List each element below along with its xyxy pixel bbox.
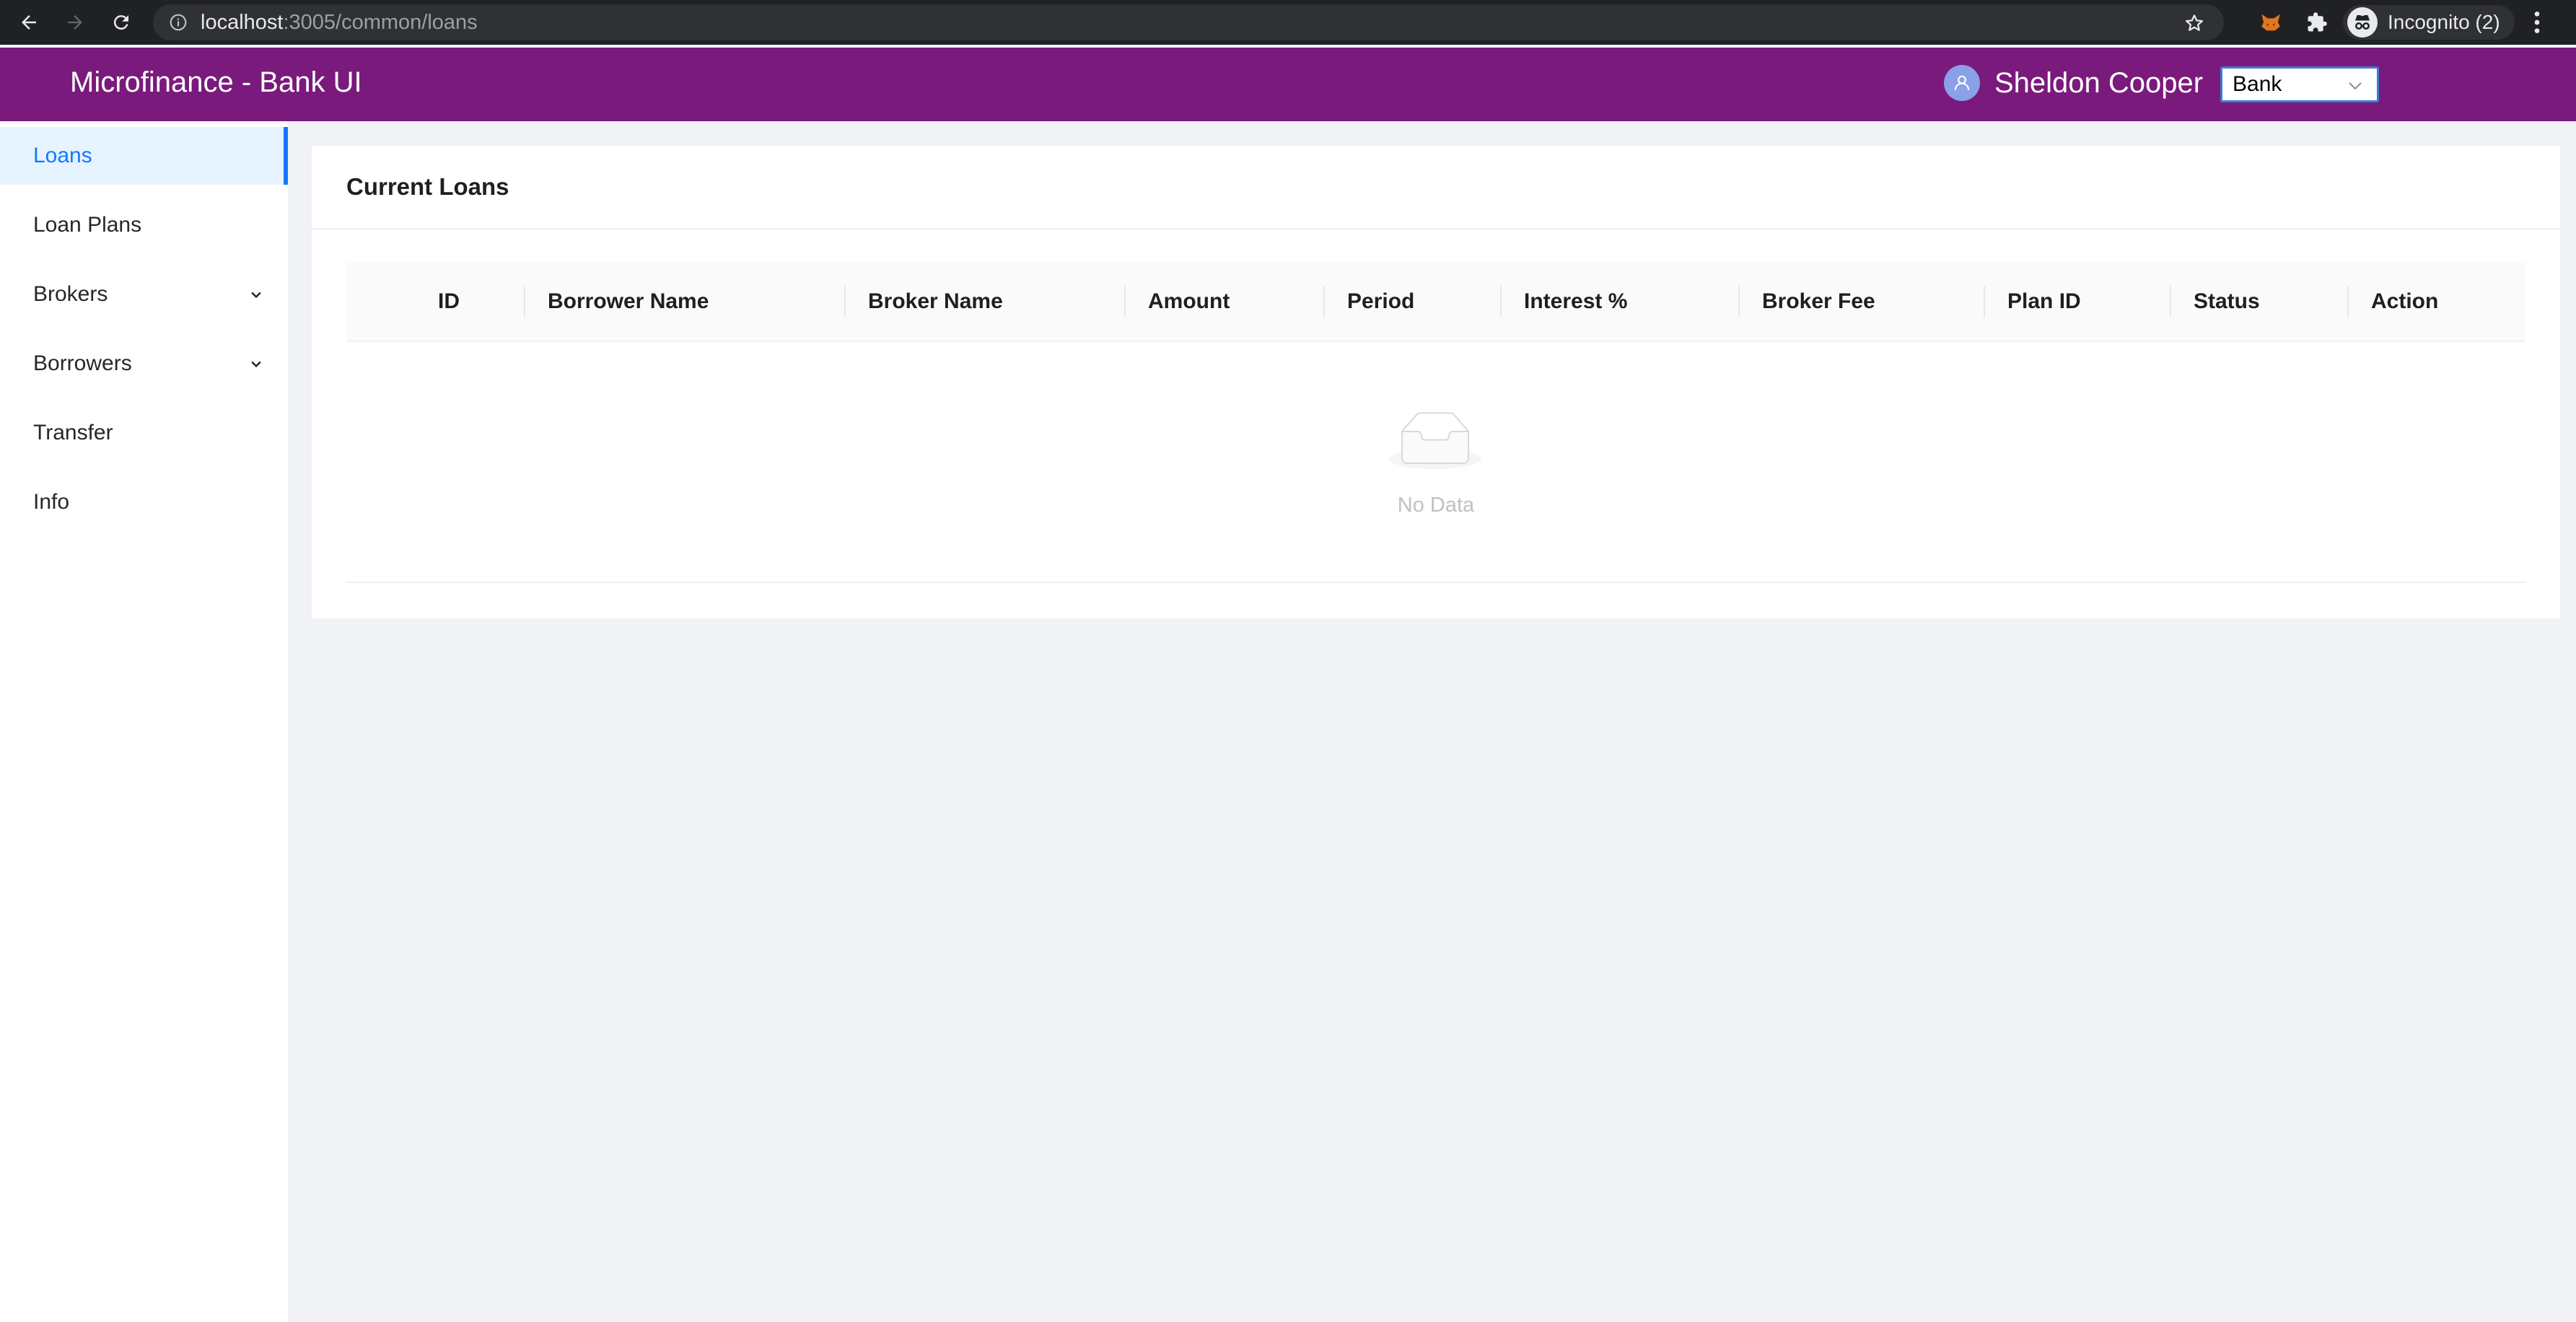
back-icon[interactable]: [6, 0, 52, 45]
column-divider: [1500, 286, 1502, 318]
empty-state: No Data: [346, 342, 2525, 583]
loans-table: ID Borrower Name Broker Name Amount Peri…: [346, 263, 2525, 585]
sidebar-item-loans[interactable]: Loans: [0, 127, 288, 185]
sidebar-item-loan-plans[interactable]: Loan Plans: [0, 196, 288, 254]
sidebar: Loans Loan Plans Brokers Borrowers Trans…: [0, 121, 288, 1322]
column-header-action[interactable]: Action: [2371, 263, 2438, 341]
address-bar[interactable]: localhost:3005/common/loans: [153, 4, 2224, 40]
column-header-borrower-name[interactable]: Borrower Name: [548, 263, 709, 341]
sidebar-item-label: Borrowers: [33, 351, 132, 375]
sidebar-item-label: Info: [33, 490, 70, 514]
column-divider: [1738, 286, 1740, 318]
sidebar-item-borrowers[interactable]: Borrowers: [0, 335, 288, 393]
column-divider: [844, 286, 846, 318]
sidebar-item-transfer[interactable]: Transfer: [0, 404, 288, 462]
app-header: Microfinance - Bank UI Sheldon Cooper Ba…: [0, 48, 2576, 121]
column-header-broker-fee[interactable]: Broker Fee: [1762, 263, 1875, 341]
profile-label: Incognito (2): [2388, 11, 2500, 33]
column-divider: [2347, 286, 2349, 318]
puzzle-icon[interactable]: [2294, 0, 2340, 45]
sidebar-item-label: Transfer: [33, 421, 113, 445]
sidebar-item-label: Brokers: [33, 282, 108, 306]
column-divider: [2170, 286, 2171, 318]
sidebar-item-label: Loans: [33, 144, 92, 167]
chevron-down-icon: [249, 356, 263, 371]
user-block: Sheldon Cooper: [1944, 65, 2203, 101]
incognito-icon: [2347, 7, 2378, 38]
fox-extension-icon[interactable]: [2248, 0, 2294, 45]
column-header-status[interactable]: Status: [2194, 263, 2260, 341]
role-select-value: Bank: [2233, 72, 2282, 96]
app-title: Microfinance - Bank UI: [70, 66, 362, 98]
empty-text: No Data: [1397, 494, 1475, 517]
user-icon: [1944, 65, 1980, 101]
chevron-down-icon: [249, 287, 263, 302]
column-header-id[interactable]: ID: [438, 263, 460, 341]
forward-icon[interactable]: [52, 0, 98, 45]
browser-toolbar: localhost:3005/common/loans Incognito (2…: [0, 0, 2576, 45]
sidebar-item-brokers[interactable]: Brokers: [0, 266, 288, 323]
column-header-plan-id[interactable]: Plan ID: [2007, 263, 2081, 341]
profile-button[interactable]: Incognito (2): [2343, 5, 2515, 40]
column-header-interest[interactable]: Interest %: [1524, 263, 1627, 341]
info-icon[interactable]: [169, 13, 188, 32]
column-divider: [524, 286, 525, 318]
url-text: localhost:3005/common/loans: [201, 10, 478, 34]
card-header: Current Loans: [312, 146, 2560, 229]
role-select[interactable]: Bank: [2220, 66, 2379, 102]
column-divider: [1323, 286, 1325, 318]
sidebar-item-info[interactable]: Info: [0, 473, 288, 531]
sidebar-item-label: Loan Plans: [33, 213, 142, 237]
user-name: Sheldon Cooper: [1994, 66, 2204, 99]
column-header-period[interactable]: Period: [1347, 263, 1414, 341]
column-divider: [1124, 286, 1126, 318]
table-header: ID Borrower Name Broker Name Amount Peri…: [346, 263, 2525, 342]
kebab-menu-icon[interactable]: [2519, 0, 2555, 45]
loans-card: Current Loans ID Borrower Name Broker Na…: [312, 146, 2560, 618]
column-header-broker-name[interactable]: Broker Name: [868, 263, 1003, 341]
star-icon[interactable]: [2183, 12, 2205, 34]
reload-icon[interactable]: [98, 0, 144, 45]
column-divider: [1984, 286, 1985, 318]
page-title: Current Loans: [346, 173, 509, 200]
empty-inbox-icon: [1389, 411, 1481, 470]
chevron-down-icon: [2347, 77, 2364, 95]
column-header-amount[interactable]: Amount: [1148, 263, 1230, 341]
